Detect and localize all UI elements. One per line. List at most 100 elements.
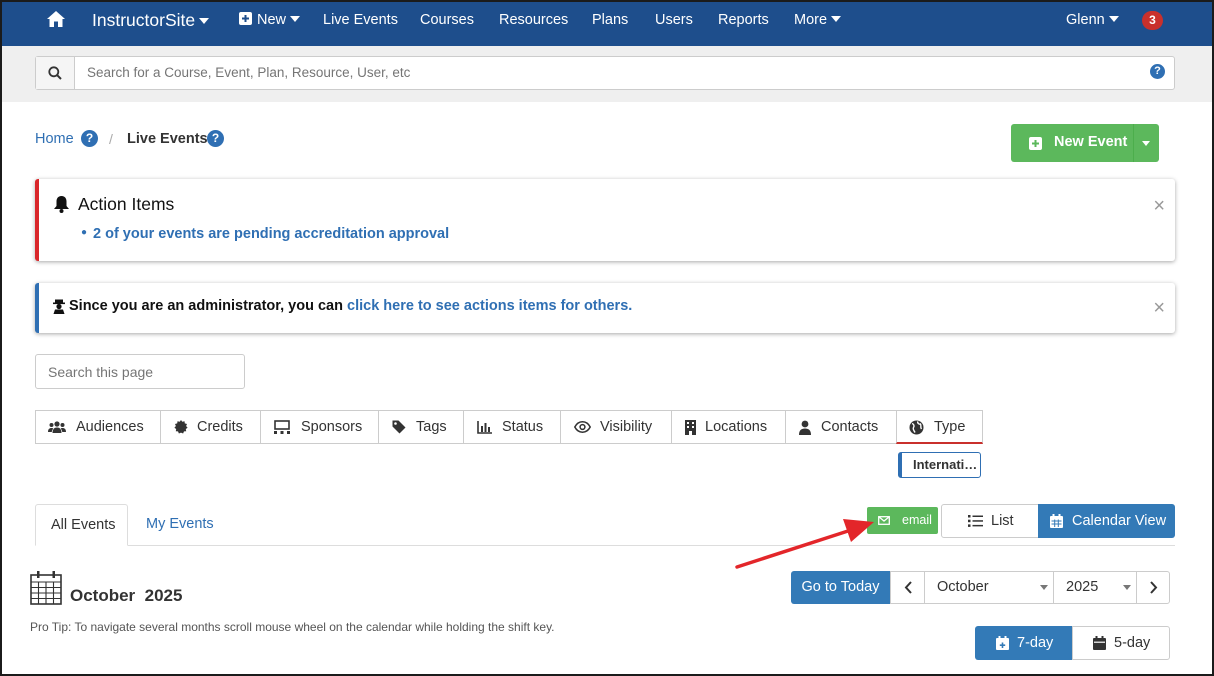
bell-icon: [54, 196, 69, 213]
filter-label: Audiences: [76, 419, 144, 435]
calendar-view-label: Calendar View: [1072, 513, 1167, 529]
email-label: email: [902, 513, 932, 527]
filter-sponsors[interactable]: Sponsors: [260, 410, 379, 444]
calendar-month-title: October 2025: [70, 586, 183, 605]
admin-notice-alert: Since you are an administrator, you can …: [35, 283, 1175, 333]
more-menu[interactable]: More: [794, 0, 842, 40]
calendar-view-button[interactable]: Calendar View: [1038, 504, 1175, 538]
close-icon[interactable]: ×: [1153, 196, 1165, 216]
nav-reports[interactable]: Reports: [718, 0, 769, 40]
list-view-label: List: [991, 513, 1014, 529]
filter-tags[interactable]: Tags: [378, 410, 464, 444]
users-icon: [48, 421, 66, 433]
new-event-dropdown-toggle[interactable]: [1133, 124, 1159, 162]
new-event-button[interactable]: New Event: [1011, 124, 1133, 162]
filter-type[interactable]: Type: [896, 410, 983, 444]
list-view-button[interactable]: List: [941, 504, 1039, 538]
filter-label: Visibility: [600, 419, 653, 435]
filter-locations[interactable]: Locations: [671, 410, 786, 444]
calendar-icon: [1093, 636, 1106, 650]
month-select-value: October: [937, 579, 989, 595]
sponsors-icon: [274, 420, 290, 434]
page-search-input[interactable]: [35, 354, 245, 389]
email-button[interactable]: email: [867, 507, 938, 534]
chevron-down-icon: [1040, 585, 1048, 590]
close-icon[interactable]: ×: [1153, 298, 1165, 318]
home-icon[interactable]: [46, 0, 66, 40]
new-menu[interactable]: New: [239, 0, 301, 40]
chevron-down-icon: [199, 18, 210, 24]
filter-label: Locations: [705, 419, 768, 435]
pro-tip-text: Pro Tip: To navigate several months scro…: [30, 620, 555, 634]
admin-actions-link[interactable]: click here to see actions items for othe…: [347, 298, 632, 314]
five-day-button[interactable]: 5-day: [1072, 626, 1170, 660]
tag-icon: [392, 420, 406, 434]
notification-badge[interactable]: 3: [1142, 11, 1163, 30]
nav-courses[interactable]: Courses: [420, 0, 474, 40]
building-icon: [685, 420, 696, 435]
filter-contacts[interactable]: Contacts: [785, 410, 897, 444]
chevron-down-icon: [290, 16, 301, 22]
seven-day-label: 7-day: [1017, 635, 1054, 651]
brand-menu[interactable]: InstructorSite: [92, 0, 210, 40]
search-help-icon[interactable]: ?: [1150, 64, 1165, 79]
filter-status[interactable]: Status: [463, 410, 561, 444]
user-menu[interactable]: Glenn: [1066, 0, 1119, 40]
filter-label: Sponsors: [301, 419, 363, 435]
action-items-alert: Action Items ● 2 of your events are pend…: [35, 179, 1175, 261]
nav-live-events[interactable]: Live Events: [323, 0, 398, 40]
globe-icon: [909, 420, 924, 435]
global-search-bar: ?: [0, 46, 1214, 102]
nav-users[interactable]: Users: [655, 0, 693, 40]
user-icon: [799, 420, 811, 435]
live-events-help-icon[interactable]: ?: [207, 130, 224, 147]
new-menu-label: New: [257, 12, 287, 28]
certificate-icon: [174, 420, 188, 434]
month-select[interactable]: October: [924, 571, 1054, 604]
tab-all-events[interactable]: All Events: [35, 504, 128, 546]
action-items-title: Action Items: [78, 194, 175, 214]
home-help-icon[interactable]: ?: [81, 130, 98, 147]
chevron-left-icon: [904, 581, 912, 594]
calendar-plus-icon: [996, 636, 1009, 650]
eye-icon: [574, 421, 591, 433]
chevron-down-icon: [1108, 16, 1119, 22]
envelope-icon: [878, 516, 890, 525]
seven-day-button[interactable]: 7-day: [975, 626, 1073, 660]
year-select-value: 2025: [1066, 579, 1099, 595]
global-search-input[interactable]: [87, 57, 1127, 89]
chevron-down-icon: [1142, 141, 1150, 146]
search-icon[interactable]: [36, 57, 75, 89]
action-item-link[interactable]: 2 of your events are pending accreditati…: [93, 226, 449, 242]
breadcrumb-separator: /: [109, 131, 113, 147]
admin-notice-text: Since you are an administrator, you can: [69, 298, 343, 314]
go-to-today-button[interactable]: Go to Today: [791, 571, 890, 604]
tab-my-events[interactable]: My Events: [146, 504, 214, 546]
year-select[interactable]: 2025: [1053, 571, 1137, 604]
breadcrumb-home[interactable]: Home: [35, 131, 74, 147]
bullet: ●: [81, 227, 88, 238]
bar-chart-icon: [477, 421, 492, 434]
nav-resources[interactable]: Resources: [499, 0, 568, 40]
user-secret-icon: [53, 299, 65, 314]
calendar-icon: [1050, 514, 1063, 528]
user-name: Glenn: [1066, 12, 1105, 28]
previous-month-button[interactable]: [890, 571, 925, 604]
plus-square-icon: [239, 12, 252, 25]
brand-name: InstructorSite: [92, 10, 196, 30]
filter-label: Credits: [197, 419, 243, 435]
calendar-icon: [30, 571, 62, 605]
list-icon: [968, 515, 983, 527]
filter-visibility[interactable]: Visibility: [560, 410, 672, 444]
global-search-group: ?: [35, 56, 1175, 90]
type-filter-tag[interactable]: International: [898, 452, 981, 478]
next-month-button[interactable]: [1136, 571, 1170, 604]
filter-audiences[interactable]: Audiences: [35, 410, 161, 444]
breadcrumb-current: Live Events: [127, 131, 208, 147]
filter-credits[interactable]: Credits: [160, 410, 261, 444]
chevron-down-icon: [1123, 585, 1131, 590]
new-event-split-button: New Event: [1011, 124, 1159, 162]
chevron-right-icon: [1150, 581, 1158, 594]
five-day-label: 5-day: [1114, 635, 1151, 651]
nav-plans[interactable]: Plans: [592, 0, 628, 40]
